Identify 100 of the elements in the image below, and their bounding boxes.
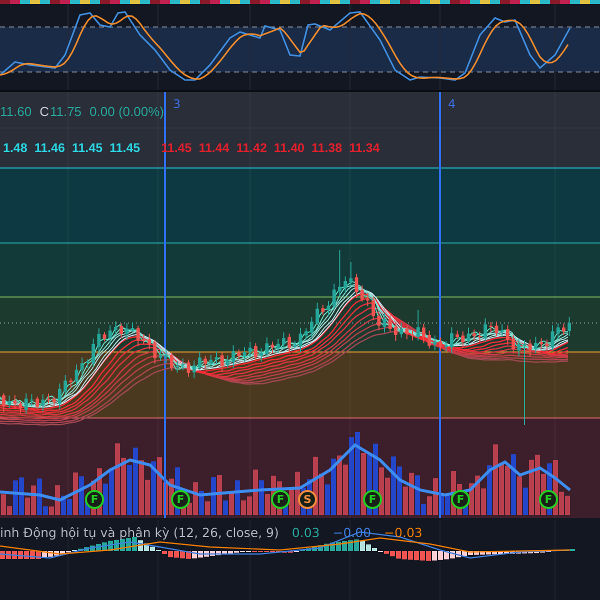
candlestick [220, 352, 224, 372]
candlestick [192, 360, 196, 379]
candlestick [80, 357, 84, 376]
legend-value: 11.40 [274, 141, 304, 155]
candlestick [478, 331, 482, 342]
legend-label: C [40, 104, 49, 119]
legend-value: 0.03 [292, 525, 320, 540]
candlestick [164, 348, 168, 364]
candlestick [248, 341, 252, 358]
candlestick [438, 337, 442, 352]
legend-value: 1.48 [3, 141, 28, 155]
candlestick [366, 292, 370, 307]
candlestick [433, 335, 437, 351]
candlestick [120, 322, 123, 339]
legend-value: 11.75 [50, 104, 82, 119]
candlestick [293, 340, 297, 349]
candlestick [74, 364, 78, 386]
candlestick [198, 351, 202, 370]
candlestick [170, 352, 174, 372]
candlestick [114, 320, 118, 336]
candlestick [461, 330, 465, 348]
session-number: 3 [173, 97, 181, 111]
candlestick [153, 339, 157, 364]
candlestick [512, 334, 515, 354]
candlestick [344, 276, 347, 294]
candlestick [360, 284, 364, 302]
candlestick [181, 358, 185, 371]
candlestick [349, 262, 353, 286]
candlestick [484, 318, 487, 342]
candlestick [410, 330, 414, 341]
candlestick [204, 355, 207, 370]
candlestick [382, 312, 386, 333]
candlestick [209, 354, 213, 369]
legend-value: 11.38 [312, 141, 342, 155]
candlestick [24, 392, 28, 414]
candlestick [186, 359, 190, 378]
candlestick [242, 346, 246, 362]
candlestick [316, 302, 319, 326]
candlestick [58, 382, 62, 410]
candlestick [550, 324, 554, 351]
candlestick [148, 333, 151, 350]
candlestick [377, 310, 381, 331]
candlestick [489, 321, 493, 334]
legend-value: 0.00 (0.00%) [90, 104, 164, 119]
candlestick [86, 358, 90, 368]
candlestick [254, 342, 258, 362]
candlestick [2, 392, 6, 413]
candlestick [545, 339, 549, 352]
candlestick [450, 326, 454, 354]
candlestick [528, 339, 532, 356]
candlestick [321, 304, 325, 316]
candlestick [18, 400, 22, 414]
candlestick [472, 329, 476, 342]
candlestick [41, 394, 45, 412]
candlestick [142, 334, 146, 345]
candlestick [298, 327, 302, 353]
candlestick [506, 324, 510, 346]
candlestick [69, 378, 73, 389]
candlestick [102, 331, 106, 342]
candlestick [500, 324, 504, 338]
candlestick [30, 394, 34, 407]
candlestick [52, 396, 56, 408]
candlestick [332, 283, 336, 310]
candlestick [8, 395, 11, 408]
indicator-title: inh Động hội tụ và phân kỳ (12, 26, close, 9) [0, 525, 279, 540]
candlestick [422, 323, 426, 344]
candlestick [288, 333, 291, 354]
legend-value: −0.03 [384, 525, 422, 540]
candlestick [405, 324, 409, 340]
candlestick [136, 325, 140, 347]
candlestick [46, 393, 50, 404]
candlestick [388, 314, 392, 332]
candlestick [130, 322, 134, 334]
legend-value: 11.45 [72, 141, 103, 155]
candlestick [394, 322, 398, 342]
candlestick [372, 296, 375, 321]
candlestick [540, 338, 543, 350]
candlestick [108, 324, 112, 344]
candlestick [158, 350, 162, 362]
legend-value: −0.00 [332, 525, 372, 540]
candlestick [304, 328, 308, 340]
candlestick [282, 332, 286, 350]
legend-value: 11.34 [349, 141, 380, 155]
candlestick [466, 327, 470, 346]
candlestick [13, 394, 17, 410]
candlestick [64, 374, 67, 395]
candlestick [176, 360, 179, 374]
candlestick [276, 338, 280, 354]
candlestick [92, 338, 95, 368]
legend-value: 11.46 [34, 141, 65, 155]
candlestick [310, 316, 314, 338]
candlestick [444, 340, 448, 352]
candlestick [534, 336, 538, 354]
candlestick [354, 273, 358, 299]
candlestick [456, 330, 459, 340]
candlestick [232, 344, 235, 368]
candlestick [270, 341, 274, 354]
candlestick [428, 330, 431, 349]
session-number: 4 [448, 97, 456, 111]
candlestick [260, 348, 263, 362]
